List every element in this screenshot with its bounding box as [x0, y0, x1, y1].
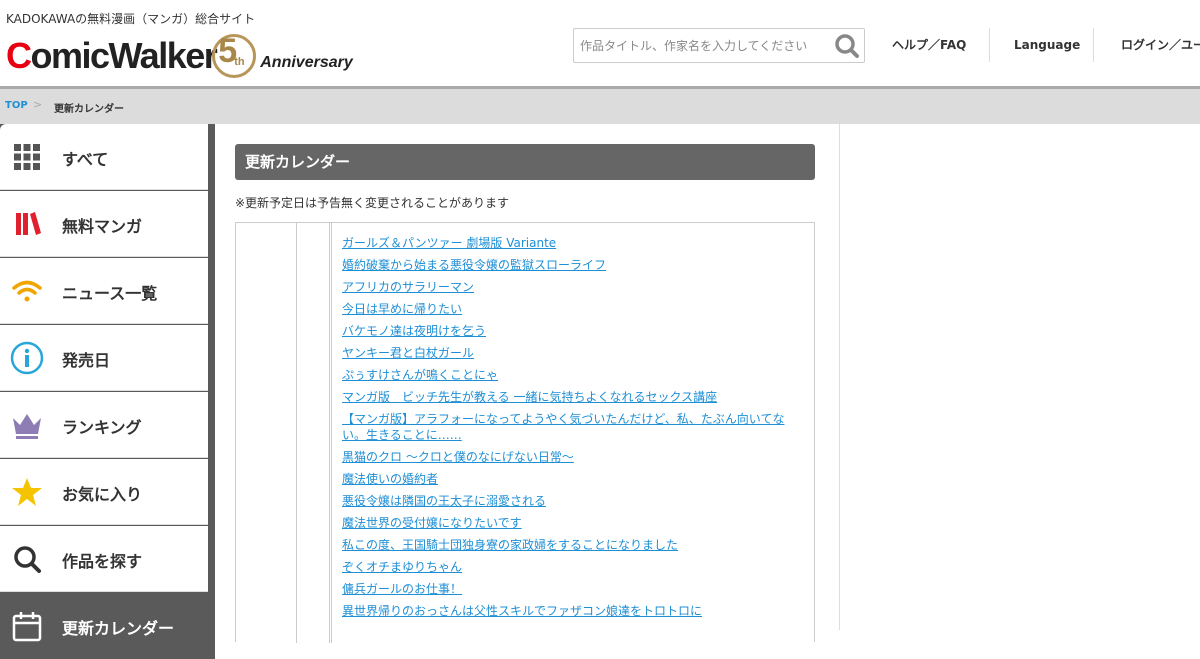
- manga-title-link[interactable]: 婚約破棄から始まる悪役令嬢の監獄スローライフ: [342, 258, 606, 272]
- list-item: マンガ版 ビッチ先生が教える 一緒に気持ちよくなれるセックス講座: [342, 389, 792, 405]
- sidebar-item-free-manga[interactable]: 無料マンガ: [0, 191, 208, 257]
- update-title-list: ガールズ＆パンツァー 劇場版 Variante 婚約破棄から始まる悪役令嬢の監獄ス…: [342, 235, 792, 625]
- sidebar-item-label: 発売日: [62, 351, 111, 370]
- sidebar-item-label: ニュース一覧: [62, 284, 158, 303]
- grid-icon: [10, 140, 44, 174]
- manga-title-link[interactable]: 魔法使いの婚約者: [342, 472, 438, 486]
- nav-divider: [1093, 28, 1094, 62]
- list-item: 魔法使いの婚約者: [342, 471, 792, 487]
- sidebar-item-label: 作品を探す: [62, 552, 143, 571]
- language-link[interactable]: Language: [1014, 28, 1080, 62]
- list-item: ヤンキー君と白杖ガール: [342, 345, 792, 361]
- manga-title-link[interactable]: アフリカのサラリーマン: [342, 280, 474, 294]
- list-item: 黒猫のクロ ～クロと僕のなにげない日常～: [342, 449, 792, 465]
- page-title: 更新カレンダー: [235, 144, 815, 180]
- sidebar-item-favorites[interactable]: お気に入り: [0, 459, 208, 525]
- help-link[interactable]: ヘルプ／FAQ: [892, 28, 966, 62]
- sidebar: すべて 無料マンガ ニュース一覧 発売日 ランキング お気に入り 作品を探す 更…: [0, 124, 215, 659]
- list-item: ぷぅすけさんが鳴くことにゃ: [342, 367, 792, 383]
- search-box: [573, 28, 865, 63]
- list-item: ガールズ＆パンツァー 劇場版 Variante: [342, 235, 792, 251]
- sidebar-item-release-date[interactable]: 発売日: [0, 325, 208, 391]
- site-logo[interactable]: ComicWalker 5 th Anniversary: [6, 28, 353, 78]
- sidebar-item-all[interactable]: すべて: [0, 124, 208, 190]
- sidebar-item-label: お気に入り: [62, 485, 143, 504]
- manga-title-link[interactable]: ガールズ＆パンツァー 劇場版 Variante: [342, 236, 556, 250]
- list-item: 【マンガ版】アラフォーになってようやく気づいたんだけど、私、たぶん向いてない。生…: [342, 411, 792, 443]
- manga-title-link[interactable]: ぞくオチまゆりちゃん: [342, 560, 462, 574]
- schedule-notice: ※更新予定日は予告無く変更されることがあります: [235, 196, 510, 210]
- sidebar-item-ranking[interactable]: ランキング: [0, 392, 208, 458]
- list-item: 私この度、王国騎士団独身寮の家政婦をすることになりました: [342, 537, 792, 553]
- list-item: 魔法世界の受付嬢になりたいです: [342, 515, 792, 531]
- search-input[interactable]: [574, 29, 824, 62]
- star-icon: [10, 475, 44, 509]
- manga-title-link[interactable]: 今日は早めに帰りたい: [342, 302, 462, 316]
- wifi-icon: [10, 274, 44, 308]
- breadcrumb: TOP > 更新カレンダー: [0, 89, 1200, 124]
- manga-title-link[interactable]: 黒猫のクロ ～クロと僕のなにげない日常～: [342, 450, 574, 464]
- search-icon: [10, 542, 44, 576]
- anniversary-badge: 5 th: [212, 32, 257, 78]
- manga-title-link[interactable]: ヤンキー君と白杖ガール: [342, 346, 474, 360]
- manga-title-link[interactable]: 傭兵ガールのお仕事！: [342, 582, 462, 596]
- login-link[interactable]: ログイン／ユーザー登録: [1121, 28, 1200, 62]
- manga-title-link[interactable]: 魔法世界の受付嬢になりたいです: [342, 516, 522, 530]
- sidebar-item-label: 無料マンガ: [62, 217, 143, 236]
- list-item: 今日は早めに帰りたい: [342, 301, 792, 317]
- breadcrumb-current: 更新カレンダー: [54, 104, 124, 115]
- sidebar-item-news[interactable]: ニュース一覧: [0, 258, 208, 324]
- breadcrumb-separator: >: [33, 98, 43, 111]
- anniversary-label: Anniversary: [260, 54, 353, 71]
- table-divider: [296, 223, 297, 643]
- main-content: 更新カレンダー ※更新予定日は予告無く変更されることがあります ガールズ＆パンツ…: [215, 124, 840, 643]
- site-header: KADOKAWAの無料漫画（マンガ）総合サイト ComicWalker 5 th…: [0, 0, 1200, 86]
- manga-title-link[interactable]: マンガ版 ビッチ先生が教える 一緒に気持ちよくなれるセックス講座: [342, 390, 717, 404]
- list-item: アフリカのサラリーマン: [342, 279, 792, 295]
- list-item: 悪役令嬢は隣国の王太子に溺愛される: [342, 493, 792, 509]
- breadcrumb-top-link[interactable]: TOP: [5, 100, 28, 111]
- list-item: ぞくオチまゆりちゃん: [342, 559, 792, 575]
- manga-title-link[interactable]: 異世界帰りのおっさんは父性スキルでファザコン娘達をトロトロに: [342, 604, 702, 618]
- list-item: 異世界帰りのおっさんは父性スキルでファザコン娘達をトロトロに: [342, 603, 792, 619]
- calendar-icon: [10, 609, 44, 643]
- sidebar-item-label: すべて: [62, 150, 109, 169]
- manga-title-link[interactable]: 私この度、王国騎士団独身寮の家政婦をすることになりました: [342, 538, 678, 552]
- books-icon: [10, 207, 44, 241]
- list-item: 婚約破棄から始まる悪役令嬢の監獄スローライフ: [342, 257, 792, 273]
- site-tagline: KADOKAWAの無料漫画（マンガ）総合サイト: [6, 12, 256, 26]
- manga-title-link[interactable]: バケモノ達は夜明けを乞う: [342, 324, 486, 338]
- list-item: バケモノ達は夜明けを乞う: [342, 323, 792, 339]
- nav-divider: [989, 28, 990, 62]
- sidebar-item-search[interactable]: 作品を探す: [0, 526, 208, 592]
- crown-icon: [10, 408, 44, 442]
- manga-title-link[interactable]: ぷぅすけさんが鳴くことにゃ: [342, 368, 498, 382]
- sidebar-item-calendar[interactable]: 更新カレンダー: [0, 593, 215, 659]
- logo-wordmark: ComicWalker: [6, 35, 218, 76]
- list-item: 傭兵ガールのお仕事！: [342, 581, 792, 597]
- sidebar-item-label: 更新カレンダー: [62, 619, 175, 638]
- info-icon: [10, 341, 44, 375]
- sidebar-item-label: ランキング: [62, 418, 142, 437]
- table-divider: [329, 223, 330, 643]
- manga-title-link[interactable]: 悪役令嬢は隣国の王太子に溺愛される: [342, 494, 546, 508]
- calendar-table: ガールズ＆パンツァー 劇場版 Variante 婚約破棄から始まる悪役令嬢の監獄ス…: [235, 222, 815, 643]
- search-icon[interactable]: [834, 33, 860, 59]
- table-divider: [331, 223, 332, 643]
- manga-title-link[interactable]: 【マンガ版】アラフォーになってようやく気づいたんだけど、私、たぶん向いてない。生…: [342, 412, 784, 442]
